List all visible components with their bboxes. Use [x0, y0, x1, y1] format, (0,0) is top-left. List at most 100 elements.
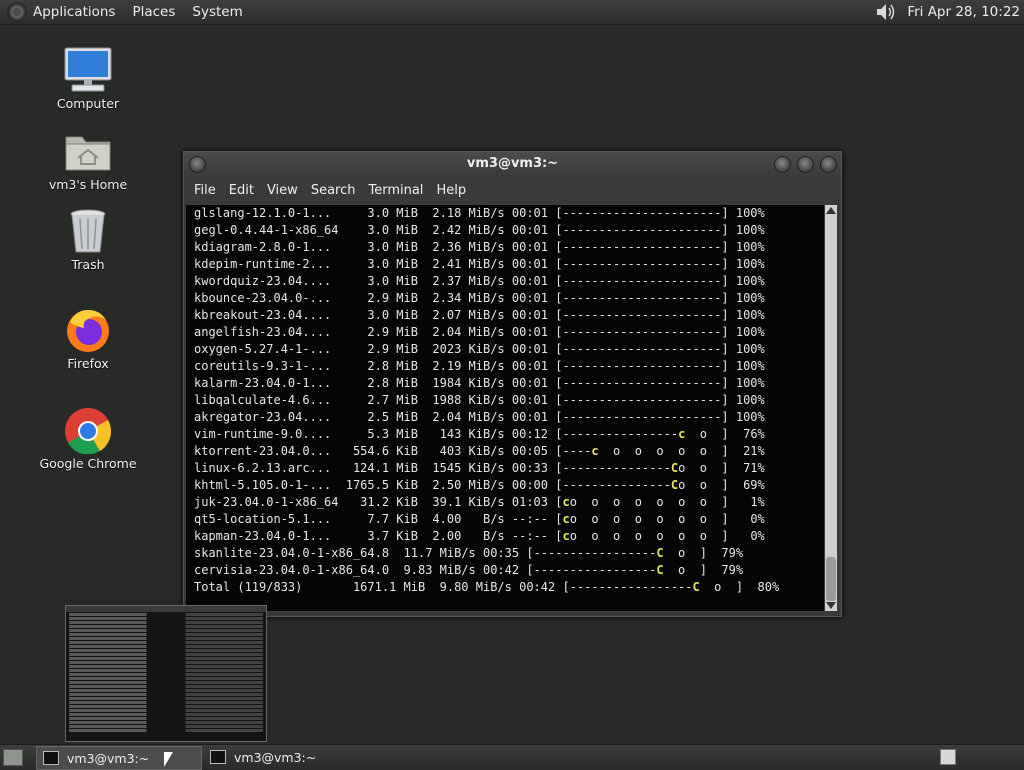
terminal-line: qt5-location-5.1... 7.7 KiB 4.00 B/s --:…: [194, 512, 765, 526]
scroll-up-arrow-icon[interactable]: [826, 207, 836, 214]
volume-icon[interactable]: [875, 2, 897, 22]
preview-line: [69, 641, 263, 644]
computer-icon: [62, 46, 114, 94]
desktop-icon-label: Google Chrome: [39, 456, 137, 471]
minimize-button[interactable]: [774, 156, 791, 173]
scroll-thumb[interactable]: [826, 557, 836, 601]
preview-line: [69, 709, 263, 712]
terminal-line: skanlite-23.04.0-1-x86_64.8 11.7 MiB/s 0…: [194, 546, 744, 560]
preview-line: [69, 689, 263, 692]
taskbar-item-terminal-1[interactable]: vm3@vm3:~: [36, 746, 202, 770]
preview-line: [69, 637, 263, 640]
preview-line: [69, 629, 263, 632]
task-label: vm3@vm3:~: [67, 750, 150, 766]
terminal-line: cervisia-23.04.0-1-x86_64.0 9.83 MiB/s 0…: [194, 563, 744, 577]
desktop-icon-home[interactable]: vm3's Home: [38, 127, 138, 192]
terminal-line: kbounce-23.04.0-... 2.9 MiB 2.34 MiB/s 0…: [194, 291, 765, 305]
chrome-icon: [62, 406, 114, 455]
window-title: vm3@vm3:~: [466, 156, 559, 171]
preview-line: [69, 669, 263, 672]
preview-line: [69, 725, 263, 728]
preview-line: [69, 693, 263, 696]
mouse-cursor-icon: [164, 752, 173, 767]
preview-line: [69, 653, 263, 656]
preview-line: [69, 657, 263, 660]
terminal-line: libqalculate-4.6... 2.7 MiB 1988 KiB/s 0…: [194, 393, 765, 407]
terminal-line: gegl-0.4.44-1-x86_64 3.0 MiB 2.42 MiB/s …: [194, 223, 765, 237]
terminal-output[interactable]: glslang-12.1.0-1... 3.0 MiB 2.18 MiB/s 0…: [186, 205, 824, 611]
task-label: vm3@vm3:~: [234, 749, 317, 765]
terminal-line: oxygen-5.27.4-1-... 2.9 MiB 2023 KiB/s 0…: [194, 342, 765, 356]
terminal-line: kdepim-runtime-2... 3.0 MiB 2.41 MiB/s 0…: [194, 257, 765, 271]
preview-menubar: [66, 606, 266, 612]
terminal-line: angelfish-23.04.... 2.9 MiB 2.04 MiB/s 0…: [194, 325, 765, 339]
preview-line: [69, 633, 263, 636]
desktop-icon-label: Computer: [56, 96, 120, 111]
preview-line: [69, 677, 263, 680]
preview-line: [69, 681, 263, 684]
terminal-line: khtml-5.105.0-1-... 1765.5 KiB 2.50 MiB/…: [194, 478, 765, 492]
terminal-icon: [210, 750, 226, 764]
preview-line: [69, 673, 263, 676]
terminal-line: kwordquiz-23.04.... 3.0 MiB 2.37 MiB/s 0…: [194, 274, 765, 288]
terminal-line: linux-6.2.13.arc... 124.1 MiB 1545 KiB/s…: [194, 461, 765, 475]
terminal-line: kbreakout-23.04.... 3.0 MiB 2.07 MiB/s 0…: [194, 308, 765, 322]
preview-line: [69, 625, 263, 628]
preview-line: [69, 729, 263, 732]
preview-line: [69, 721, 263, 724]
menu-search[interactable]: Search: [311, 183, 356, 198]
terminal-line: juk-23.04.0-1-x86_64 31.2 KiB 39.1 KiB/s…: [194, 495, 765, 509]
bottom-panel: vm3@vm3:~ vm3@vm3:~: [0, 744, 1024, 770]
menu-logo-icon[interactable]: [7, 2, 27, 22]
taskbar-item-terminal-2[interactable]: vm3@vm3:~: [204, 746, 368, 768]
system-menu[interactable]: System: [192, 4, 242, 20]
terminal-line: kdiagram-2.8.0-1... 3.0 MiB 2.36 MiB/s 0…: [194, 240, 765, 254]
workspace-switcher[interactable]: [940, 749, 956, 765]
terminal-line: Total (119/833) 1671.1 MiB 9.80 MiB/s 00…: [194, 580, 780, 594]
close-button[interactable]: [820, 156, 837, 173]
menu-terminal[interactable]: Terminal: [368, 183, 423, 198]
firefox-icon: [62, 306, 114, 354]
clock[interactable]: Fri Apr 28, 10:22: [907, 4, 1020, 20]
preview-line: [69, 685, 263, 688]
terminal-line: coreutils-9.3-1-... 2.8 MiB 2.19 MiB/s 0…: [194, 359, 765, 373]
preview-line: [69, 613, 263, 616]
preview-line: [69, 713, 263, 716]
preview-line: [69, 705, 263, 708]
places-menu[interactable]: Places: [132, 4, 175, 20]
preview-line: [69, 701, 263, 704]
terminal-icon: [43, 751, 59, 765]
terminal-window[interactable]: vm3@vm3:~ File Edit View Search Terminal…: [183, 151, 842, 617]
desktop-icon-computer[interactable]: Computer: [38, 46, 138, 111]
terminal-line: kapman-23.04.0-1... 3.7 KiB 2.00 B/s --:…: [194, 529, 765, 543]
preview-line: [69, 717, 263, 720]
applications-menu[interactable]: Applications: [33, 4, 115, 20]
preview-line: [69, 697, 263, 700]
desktop-icon-label: Trash: [71, 257, 105, 272]
desktop-icon-trash[interactable]: Trash: [38, 207, 138, 272]
terminal-line: akregator-23.04.... 2.5 MiB 2.04 MiB/s 0…: [194, 410, 765, 424]
menu-file[interactable]: File: [194, 183, 216, 198]
terminal-line: ktorrent-23.04.0... 554.6 KiB 403 KiB/s …: [194, 444, 765, 458]
terminal-titlebar[interactable]: vm3@vm3:~: [184, 152, 841, 176]
preview-line: [69, 617, 263, 620]
preview-line: [69, 665, 263, 668]
window-preview-thumbnail[interactable]: [65, 605, 267, 742]
preview-line: [69, 661, 263, 664]
window-menu-icon[interactable]: [189, 156, 206, 173]
trash-icon: [62, 207, 114, 255]
terminal-line: vim-runtime-9.0.... 5.3 MiB 143 KiB/s 00…: [194, 427, 765, 441]
menu-edit[interactable]: Edit: [229, 183, 254, 198]
menu-view[interactable]: View: [267, 183, 298, 198]
desktop-icon-label: Firefox: [67, 356, 109, 371]
desktop-icon-firefox[interactable]: Firefox: [38, 306, 138, 371]
terminal-scrollbar[interactable]: [825, 205, 837, 611]
menu-help[interactable]: Help: [436, 183, 466, 198]
scroll-down-arrow-icon[interactable]: [826, 602, 836, 609]
terminal-line: glslang-12.1.0-1... 3.0 MiB 2.18 MiB/s 0…: [194, 206, 765, 220]
terminal-menubar: File Edit View Search Terminal Help: [184, 176, 841, 204]
home-folder-icon: [62, 127, 114, 175]
desktop-icon-chrome[interactable]: Google Chrome: [38, 406, 138, 471]
maximize-button[interactable]: [797, 156, 814, 173]
show-desktop-icon[interactable]: [3, 749, 23, 766]
